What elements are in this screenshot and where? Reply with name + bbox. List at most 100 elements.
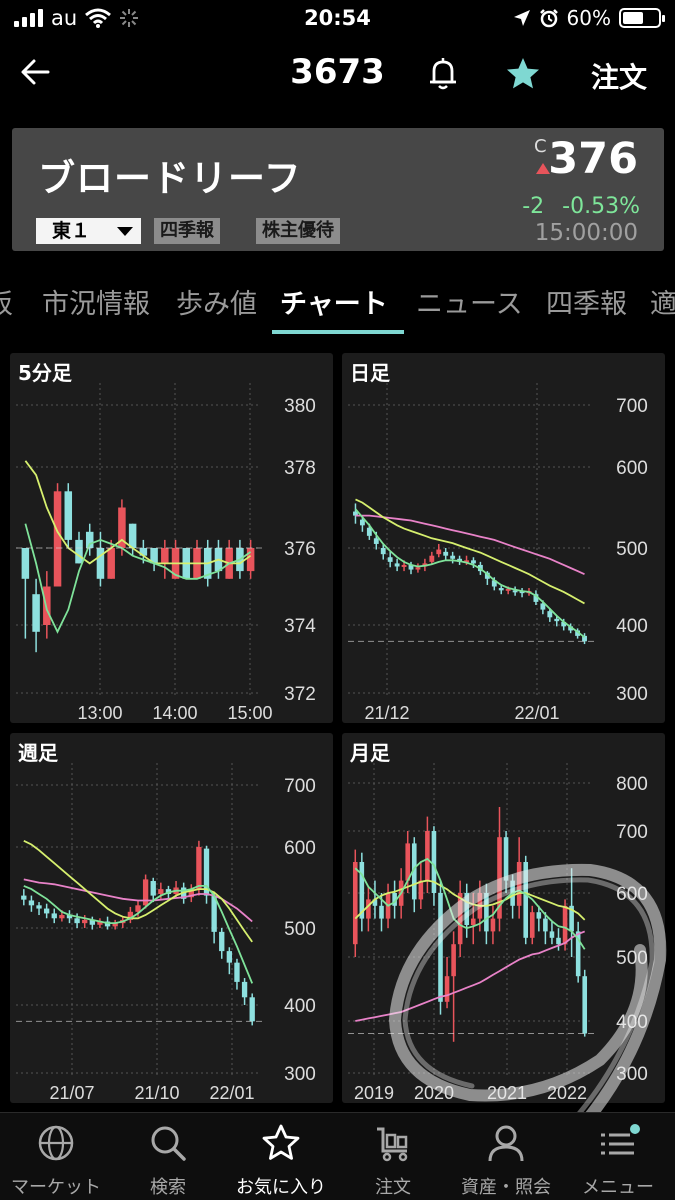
x-tick-label: 13:00 [77, 703, 122, 723]
candle-body [107, 548, 115, 579]
globe-icon [38, 1125, 74, 1161]
candle-body [450, 555, 456, 559]
tab-more[interactable]: 適 [650, 282, 675, 321]
candle-body [249, 997, 255, 1022]
x-tick-label: 21/10 [134, 1083, 179, 1103]
candle-body [451, 944, 456, 977]
candle-body [547, 611, 553, 618]
chart-daily[interactable]: 700 600 500 400 300 21/12 22/01 日足 [342, 353, 665, 723]
market-dropdown[interactable]: 東１ [36, 218, 141, 244]
bottom-tab-favorites[interactable]: お気に入り [225, 1113, 337, 1200]
candle-body [554, 618, 560, 622]
bottom-tab-search[interactable]: 検索 [112, 1113, 224, 1200]
bottom-tab-favorites-label: お気に入り [236, 1177, 326, 1198]
candle-body [443, 551, 449, 556]
candle-body [241, 981, 248, 998]
bottom-tab-menu[interactable]: メニュー [562, 1113, 674, 1200]
bottom-tab-order[interactable]: 注文 [337, 1113, 449, 1200]
bottom-tab-market-label: マーケット [11, 1177, 101, 1198]
candle-body [234, 962, 240, 982]
battery-percent: 60% [566, 6, 611, 30]
candle-body [436, 549, 442, 555]
location-icon [513, 10, 530, 26]
tab-market-info[interactable]: 市況情報 [42, 282, 150, 321]
order-button[interactable]: 注文 [591, 56, 647, 96]
candle-body [401, 564, 407, 567]
tab-tick-history[interactable]: 歩み値 [176, 282, 257, 321]
bottom-tab-assets-label: 資産・照会 [461, 1177, 551, 1198]
y-tick-label: 380 [284, 396, 316, 417]
stock-name: ブロードリーフ [38, 157, 302, 200]
candle-body [490, 918, 496, 932]
tag-shareholder-benefit[interactable]: 株主優待 [256, 218, 340, 244]
change-amount: -2 [522, 194, 545, 219]
candle-body [549, 931, 555, 938]
bottom-tab-assets[interactable]: 資産・照会 [450, 1113, 562, 1200]
candle-body [425, 831, 430, 881]
candle-body [150, 881, 156, 896]
candle-body [562, 905, 568, 945]
candle-body [43, 908, 50, 914]
status-bar: au 20:54 60% [0, 0, 675, 38]
tab-board[interactable]: 板 [0, 282, 13, 321]
candle-body [142, 879, 149, 906]
chart-daily-plot: 700 600 500 400 300 21/12 22/01 [348, 383, 648, 723]
candle-body [246, 548, 255, 572]
x-tick-label: 22/01 [514, 703, 559, 723]
candle-body [470, 918, 476, 925]
y-tick-label: 600 [616, 884, 648, 905]
x-tick-label: 15:00 [227, 703, 272, 723]
bottom-tab-market[interactable]: マーケット [0, 1113, 112, 1200]
candle-body [405, 843, 411, 881]
tag-shikiho[interactable]: 四季報 [154, 218, 220, 244]
bell-icon[interactable] [426, 56, 460, 92]
candle-body [415, 567, 421, 570]
chart-5min[interactable]: 380 378 376 374 372 13:00 14:00 15:00 5分足 [10, 353, 333, 723]
candle-body [51, 913, 57, 919]
y-tick-label: 700 [616, 822, 648, 843]
candle-body [74, 918, 80, 924]
candle-body [32, 594, 40, 632]
candle-body [444, 976, 450, 1002]
candle-body [59, 915, 65, 919]
chart-5min-title: 5分足 [18, 361, 72, 385]
x-tick-label: 2021 [487, 1083, 527, 1103]
tab-shikiho[interactable]: 四季報 [546, 282, 627, 321]
chart-monthly[interactable]: 800 700 600 500 400 300 2019 2020 2021 2022 月足 [342, 733, 665, 1103]
alarm-icon [539, 9, 558, 28]
favorite-star-icon[interactable] [505, 56, 541, 92]
candle-body [498, 588, 504, 591]
candle-body [380, 548, 386, 555]
candle-body [438, 893, 443, 1002]
chart-weekly[interactable]: 700 600 500 400 300 21/07 21/10 22/01 週足 [10, 733, 333, 1103]
candle-body [503, 837, 509, 881]
bottom-tab-bar: マーケット 検索 お気に入り 注文 資産・照会 メニュー [0, 1112, 675, 1200]
candle-body [418, 880, 424, 900]
chart-monthly-title: 月足 [350, 741, 390, 765]
price-flag: C [534, 136, 547, 157]
y-tick-label: 500 [616, 948, 648, 969]
candle-body [556, 937, 561, 945]
bottom-tab-search-label: 検索 [150, 1177, 186, 1198]
candle-body [457, 893, 463, 945]
candle-body [536, 912, 542, 919]
candle-body [161, 548, 169, 564]
market-value: 東１ [52, 220, 91, 242]
candle-body [64, 491, 73, 540]
candle-body [96, 548, 105, 579]
tab-chart[interactable]: チャート [280, 282, 388, 321]
candle-body [21, 548, 30, 579]
candle-body [352, 862, 358, 945]
candle-body [373, 538, 379, 544]
candle-body [21, 895, 27, 900]
tab-news[interactable]: ニュース [416, 282, 523, 321]
person-icon [488, 1125, 524, 1162]
y-tick-label: 376 [284, 539, 316, 560]
chart-weekly-title: 週足 [18, 741, 58, 765]
y-tick-label: 500 [616, 539, 648, 560]
candle-body [158, 889, 164, 894]
y-tick-label: 374 [284, 616, 316, 637]
price-change: -2 -0.53% [522, 194, 640, 219]
candle-body [379, 905, 384, 919]
active-tab-indicator [272, 330, 404, 334]
